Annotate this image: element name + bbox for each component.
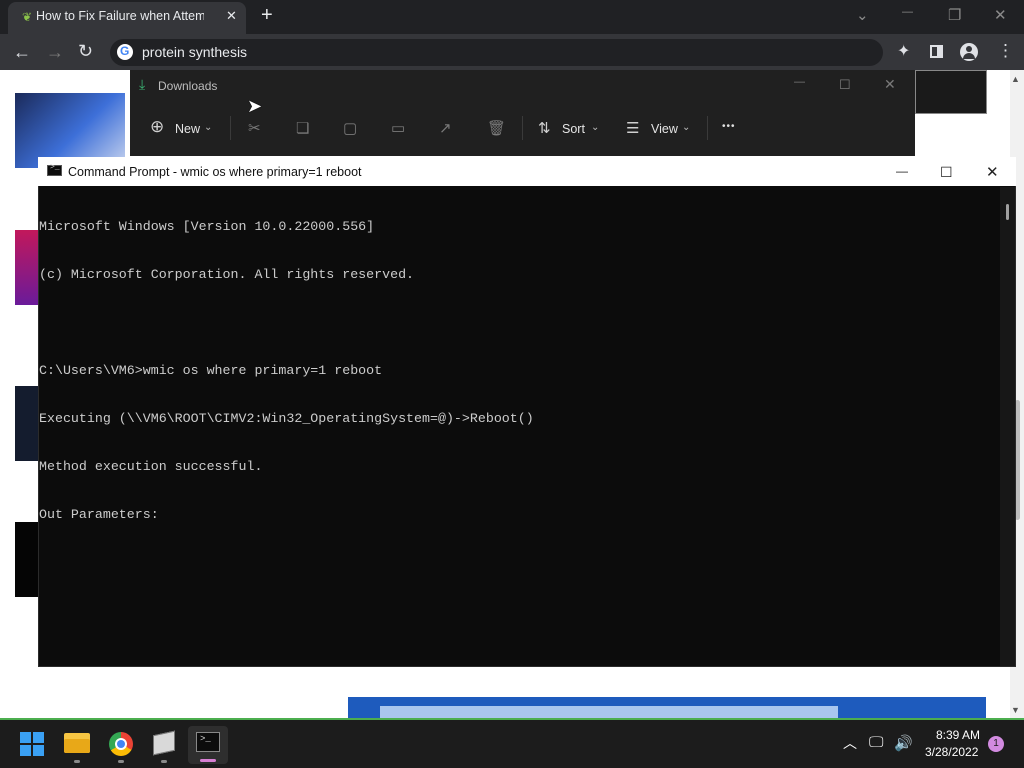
explorer-title: Downloads [158, 79, 218, 93]
cmd-taskbar-icon: >_ [196, 732, 220, 752]
cmd-line: Executing (\\VM6\ROOT\CIMV2:Win32_Operat… [39, 411, 534, 426]
clock-time[interactable]: 8:39 AM [936, 728, 980, 742]
network-icon[interactable]: 🖵 [869, 734, 883, 751]
cmd-app-icon: >_ [47, 163, 62, 176]
new-tab-button[interactable]: + [261, 4, 273, 27]
tab-search-icon[interactable]: ⌄ [856, 6, 869, 24]
scroll-up-icon[interactable]: ▲ [1011, 74, 1020, 84]
paste-icon[interactable]: ▢ [343, 119, 357, 137]
scroll-down-icon[interactable]: ▼ [1011, 705, 1020, 715]
tab-title: How to Fix Failure when Attempting [36, 9, 204, 23]
clock-date[interactable]: 3/28/2022 [925, 745, 978, 759]
rename-icon[interactable]: ▭ [391, 119, 405, 137]
taskbar-running-indicator [118, 760, 124, 763]
article-thumbnail[interactable] [15, 522, 39, 597]
page-screenshot-bar [380, 706, 838, 718]
browser-restore-button[interactable]: ❐ [948, 6, 961, 24]
toolbar-divider [707, 116, 708, 140]
address-input[interactable]: protein synthesis [142, 44, 247, 60]
start-windows-icon[interactable] [20, 732, 44, 756]
new-plus-icon: ⊕ [150, 117, 165, 136]
cmd-maximize-button[interactable]: ☐ [940, 164, 953, 181]
toolbar-divider [522, 116, 523, 140]
sort-icon: ⇅ [538, 120, 551, 137]
chrome-icon[interactable] [109, 732, 133, 756]
cmd-line: Microsoft Windows [Version 10.0.22000.55… [39, 219, 375, 234]
page-banner-image [915, 70, 987, 114]
article-thumbnail[interactable] [15, 230, 39, 305]
cmd-line: Out Parameters: [39, 507, 159, 522]
back-icon[interactable]: ← [13, 43, 31, 61]
cmd-title: Command Prompt - wmic os where primary=1… [68, 165, 362, 179]
forward-icon[interactable]: → [46, 43, 64, 61]
cmd-scrollbar-thumb[interactable] [1006, 204, 1009, 220]
taskbar-running-indicator [161, 760, 167, 763]
taskbar-running-indicator [74, 760, 80, 763]
cmd-line: Method execution successful. [39, 459, 263, 474]
share-icon[interactable]: ↗ [439, 119, 452, 137]
browser-close-button[interactable]: ✕ [994, 6, 1007, 24]
show-hidden-icons-chevron-icon[interactable]: ︿ [843, 733, 857, 753]
view-button[interactable]: View [651, 122, 678, 136]
reload-icon[interactable]: ↻ [78, 42, 93, 60]
side-panel-icon[interactable] [930, 45, 943, 58]
delete-icon[interactable]: 🗑 [487, 119, 506, 137]
profile-avatar[interactable] [960, 43, 978, 61]
cmd-console-output[interactable]: Microsoft Windows [Version 10.0.22000.55… [39, 187, 534, 539]
more-options-button[interactable]: ••• [722, 121, 736, 132]
google-icon: G [117, 44, 133, 60]
cut-icon[interactable]: ✂ [248, 119, 261, 137]
toolbar-divider [230, 116, 231, 140]
cmd-line: ​ [39, 315, 534, 331]
download-icon: ⤓ [139, 76, 146, 92]
explorer-minimize-button[interactable]: — [794, 76, 805, 88]
browser-minimize-button[interactable]: — [902, 6, 913, 18]
cmd-line: C:\Users\VM6>wmic os where primary=1 reb… [39, 363, 383, 378]
tab-close-icon[interactable]: ✕ [226, 8, 237, 24]
view-icon: ☰ [626, 120, 640, 137]
chevron-down-icon: ⌄ [682, 122, 691, 133]
cmd-line: (c) Microsoft Corporation. All rights re… [39, 267, 415, 282]
chevron-down-icon: ⌄ [591, 122, 600, 133]
sort-button[interactable]: Sort [562, 122, 585, 136]
cmd-minimize-button[interactable]: — [896, 164, 908, 178]
cmd-scrollbar[interactable] [1000, 187, 1015, 666]
notification-badge[interactable]: 1 [988, 736, 1004, 752]
mouse-cursor-icon: ➤ [247, 96, 263, 116]
volume-icon[interactable]: 🔊 [894, 734, 913, 752]
article-thumbnail[interactable] [15, 386, 39, 461]
menu-kebab-icon[interactable]: ⋮ [997, 42, 1014, 59]
explorer-close-button[interactable]: ✕ [884, 76, 896, 93]
cmd-close-button[interactable]: ✕ [986, 163, 999, 181]
explorer-maximize-button[interactable]: ☐ [839, 77, 851, 93]
tab-favicon-icon: ❦ [22, 10, 33, 24]
file-explorer-icon[interactable] [64, 733, 90, 753]
new-button[interactable]: New [175, 122, 200, 136]
chevron-down-icon: ⌄ [204, 122, 213, 133]
copy-icon[interactable]: ❏ [296, 119, 309, 137]
taskbar-active-indicator [200, 759, 216, 762]
extensions-icon[interactable]: ✦ [897, 44, 910, 60]
